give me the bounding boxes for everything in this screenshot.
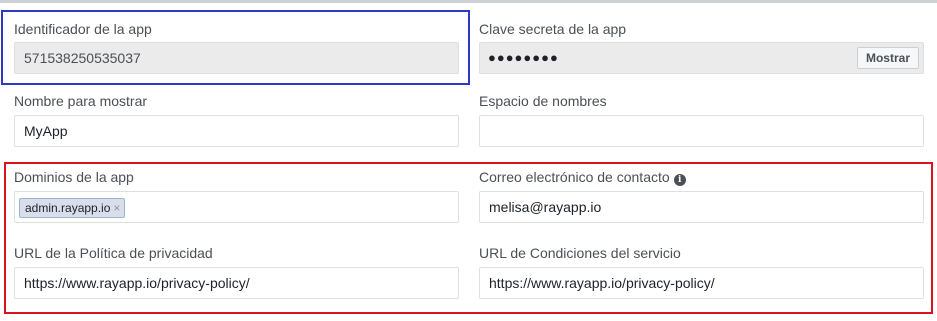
info-icon[interactable]: i <box>673 174 686 186</box>
display-name-input[interactable]: MyApp <box>14 115 459 147</box>
remove-tag-icon[interactable]: × <box>113 201 120 215</box>
app-secret-label: Clave secreta de la app <box>479 21 627 37</box>
app-id-label: Identificador de la app <box>14 21 152 37</box>
domain-tag: admin.rayapp.io × <box>19 198 126 218</box>
display-name-label: Nombre para mostrar <box>14 93 148 109</box>
app-secret-masked-value: ●●●●●●●● <box>488 50 559 65</box>
terms-input[interactable]: https://www.rayapp.io/privacy-policy/ <box>479 267 924 299</box>
contact-email-label-row: Correo electrónico de contacto i <box>479 169 686 186</box>
namespace-label: Espacio de nombres <box>479 93 607 109</box>
app-id-field: 571538250535037 <box>14 42 459 74</box>
namespace-input[interactable] <box>479 115 924 147</box>
app-domains-label: Dominios de la app <box>14 169 134 185</box>
terms-label: URL de Condiciones del servicio <box>479 245 681 261</box>
domain-tag-text: admin.rayapp.io <box>25 201 111 215</box>
privacy-policy-input[interactable]: https://www.rayapp.io/privacy-policy/ <box>14 267 459 299</box>
privacy-policy-label: URL de la Política de privacidad <box>14 245 213 261</box>
top-divider <box>0 0 937 3</box>
app-secret-field: ●●●●●●●● Mostrar <box>479 42 924 74</box>
contact-email-label: Correo electrónico de contacto <box>479 169 670 185</box>
contact-email-input[interactable]: melisa@rayapp.io <box>479 191 924 223</box>
app-domains-input[interactable]: admin.rayapp.io × <box>14 191 459 223</box>
show-secret-button[interactable]: Mostrar <box>856 47 919 69</box>
